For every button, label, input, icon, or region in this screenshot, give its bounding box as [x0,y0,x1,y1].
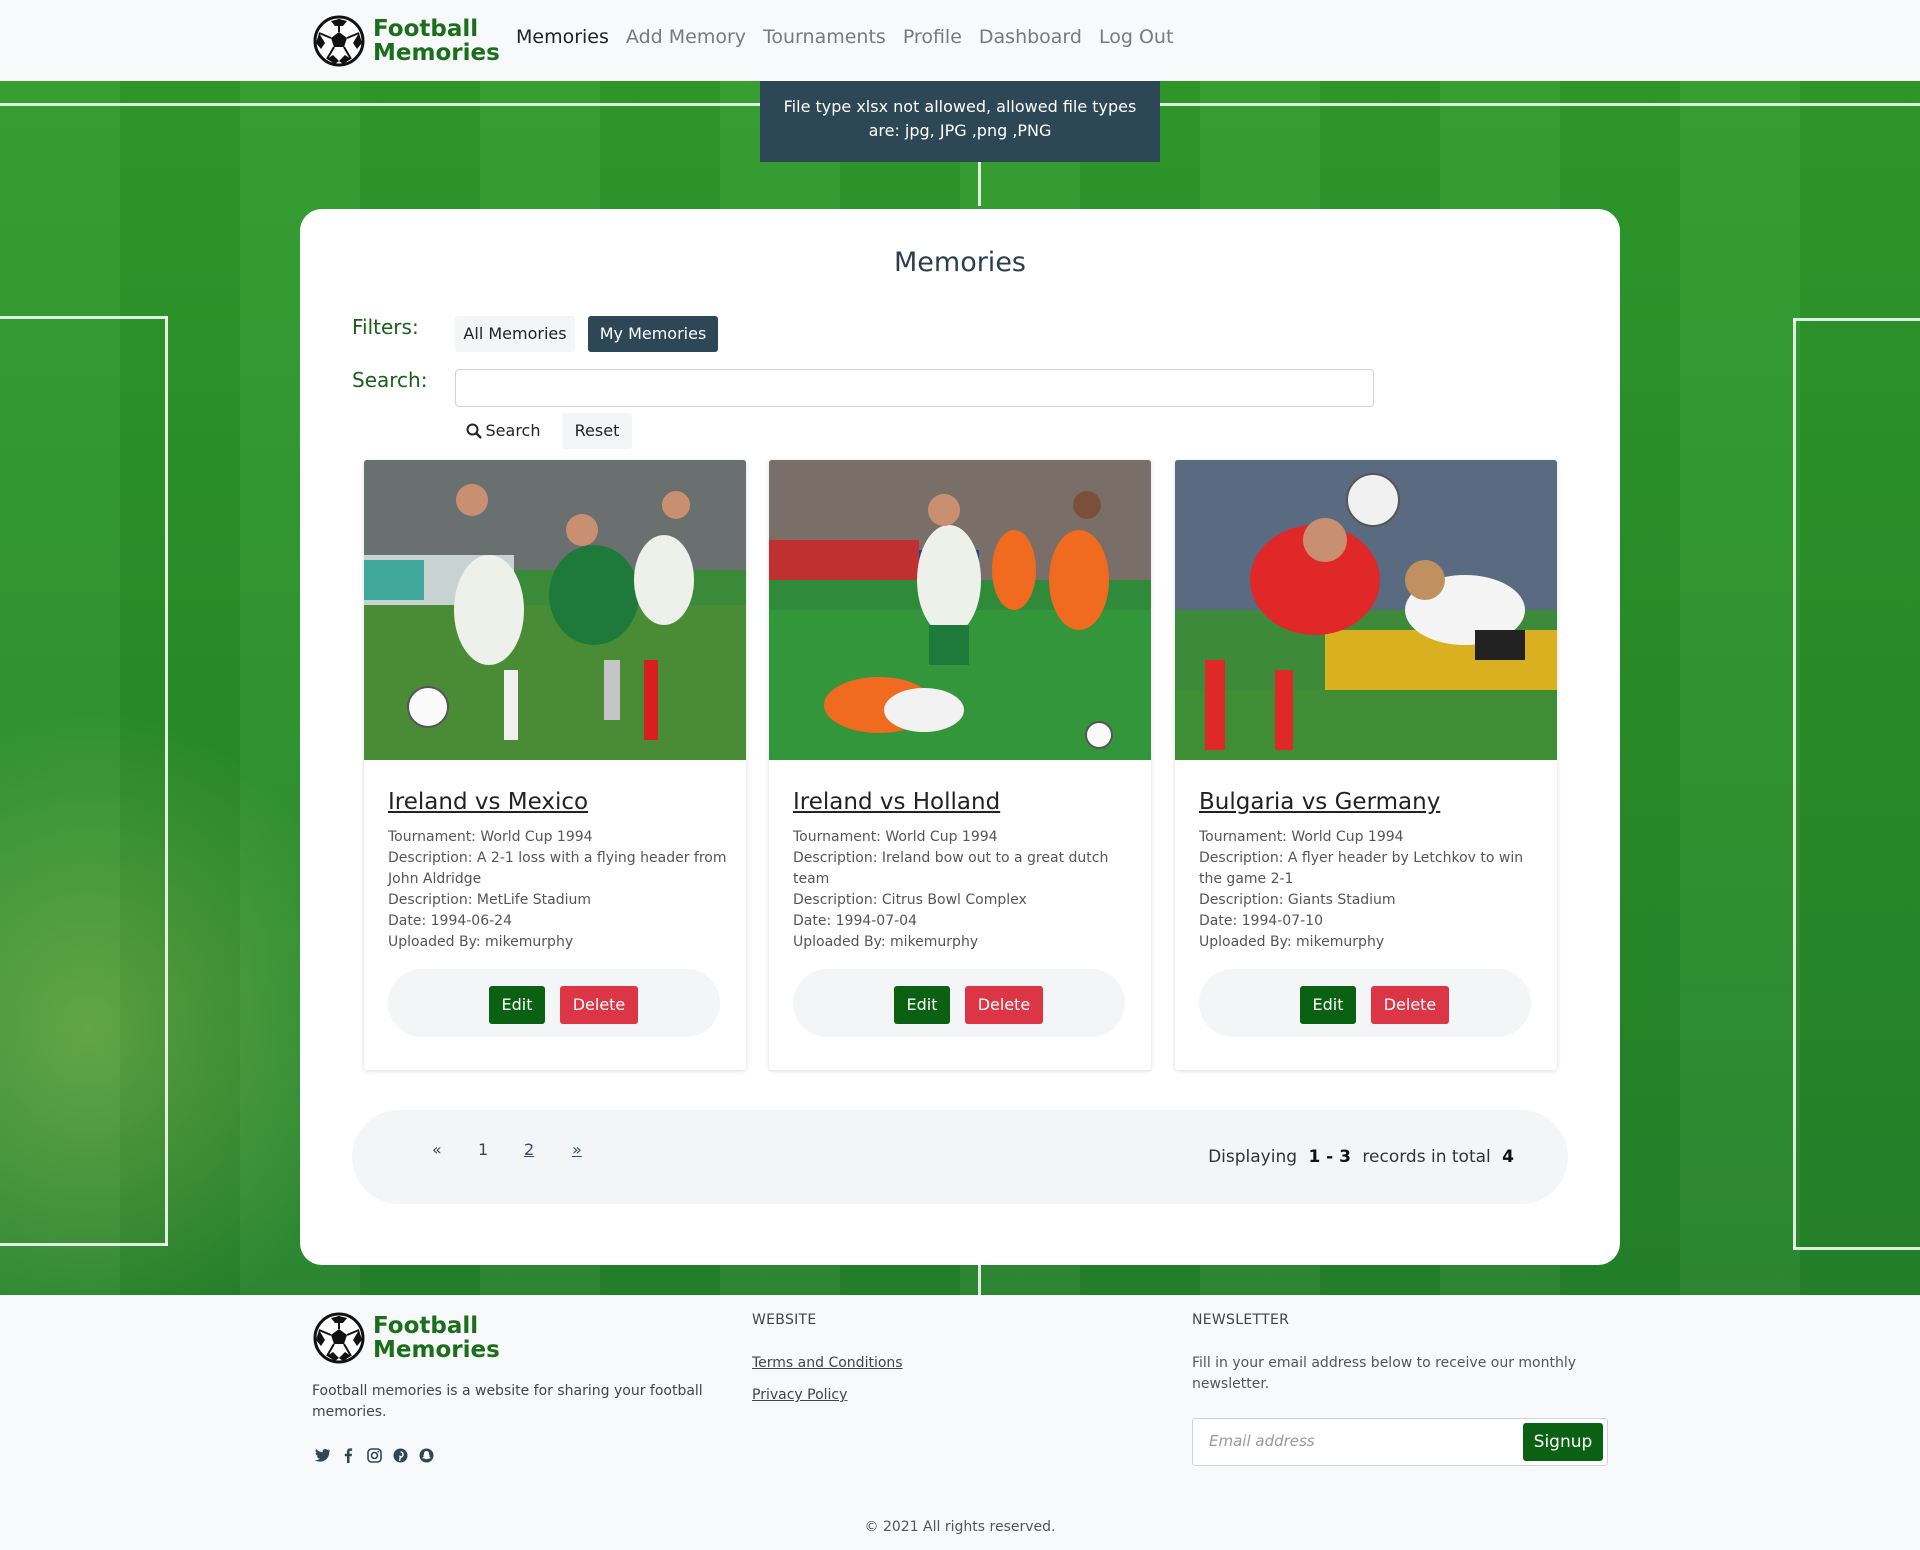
total-label: records in total [1362,1147,1491,1167]
memory-photo[interactable] [364,460,746,760]
footer-brand-line-2: Memories [373,1337,500,1363]
memory-venue: Description: Citrus Bowl Complex [793,892,1027,908]
all-memories-button[interactable]: All Memories [455,316,575,352]
memory-actions: Edit Delete [793,969,1125,1037]
displaying-label: Displaying [1208,1147,1298,1167]
search-button[interactable]: Search [455,413,551,449]
page-1: 1 [478,1140,489,1159]
nav-links: Memories Add Memory Tournaments Profile … [516,26,1190,48]
newsletter-form: Email address Signup [1192,1418,1608,1466]
nav-tournaments[interactable]: Tournaments [763,26,886,48]
signup-button[interactable]: Signup [1523,1423,1603,1461]
memory-card: Bulgaria vs Germany Tournament: World Cu… [1175,460,1557,1070]
edit-button[interactable]: Edit [1300,986,1356,1024]
memory-card: Ireland vs Mexico Tournament: World Cup … [364,460,746,1070]
brand-line-2: Memories [373,40,500,66]
memory-tournament: Tournament: World Cup 1994 [388,829,593,845]
footer: Football Memories Football memories is a… [0,1295,1920,1550]
prev-page-link[interactable]: « [432,1140,442,1159]
copyright: © 2021 All rights reserved. [864,1519,1056,1535]
nav-profile[interactable]: Profile [903,26,962,48]
nav-log-out[interactable]: Log Out [1099,26,1173,48]
records-total: 4 [1502,1147,1514,1167]
memory-venue: Description: Giants Stadium [1199,892,1396,908]
memory-uploader: Uploaded By: mikemurphy [388,934,574,950]
memory-uploader: Uploaded By: mikemurphy [1199,934,1385,950]
delete-button[interactable]: Delete [560,986,638,1024]
search-icon [466,423,482,439]
memory-photo[interactable] [1175,460,1557,760]
twitter-icon[interactable] [312,1448,332,1466]
memory-description: Description: A 2-1 loss with a flying he… [388,850,727,887]
nav-memories[interactable]: Memories [516,26,609,48]
records-range: 1 - 3 [1308,1147,1351,1167]
newsletter-text: Fill in your email address below to rece… [1192,1355,1577,1392]
memory-description: Description: Ireland bow out to a great … [793,850,1109,887]
memory-uploader: Uploaded By: mikemurphy [793,934,979,950]
football-icon [313,1312,365,1364]
snapchat-icon[interactable] [416,1448,436,1466]
nav-add-memory[interactable]: Add Memory [626,26,746,48]
nav-dashboard[interactable]: Dashboard [979,26,1082,48]
filters-label: Filters: [352,315,419,339]
edit-button[interactable]: Edit [489,986,545,1024]
error-alert: File type xlsx not allowed, allowed file… [760,81,1160,162]
social-links [312,1448,442,1466]
pitch-line [1793,318,1796,1250]
brand-name: Football Memories [373,17,500,65]
pitch-line [0,316,168,319]
footer-brand-name: Football Memories [373,1314,500,1362]
my-memories-button[interactable]: My Memories [588,316,718,352]
memory-title-link[interactable]: Bulgaria vs Germany [1199,789,1440,815]
terms-link[interactable]: Terms and Conditions [752,1355,903,1371]
footer-brand-logo[interactable]: Football Memories [313,1312,500,1364]
memory-date: Date: 1994-07-04 [793,913,917,929]
memory-actions: Edit Delete [1199,969,1531,1037]
website-heading: WEBSITE [752,1312,817,1328]
search-label: Search: [352,368,428,392]
delete-button[interactable]: Delete [1371,986,1449,1024]
pitch-line [1793,1247,1920,1250]
pagination-bar: « 1 2 » Displaying 1 - 3 records in tota… [352,1110,1568,1204]
memory-title-link[interactable]: Ireland vs Mexico [388,789,588,815]
edit-button[interactable]: Edit [894,986,950,1024]
facebook-icon[interactable] [338,1448,358,1466]
pitch-line [165,316,168,1246]
memory-description: Description: A flyer header by Letchkov … [1199,850,1524,887]
navbar: Football Memories Memories Add Memory To… [0,0,1920,81]
pitch-line [1793,318,1920,321]
page-title: Memories [893,247,1026,278]
memory-photo[interactable] [769,460,1151,760]
page-2-link[interactable]: 2 [524,1140,534,1159]
pitch-line [0,1243,168,1246]
records-summary: Displaying 1 - 3 records in total 4 [1208,1147,1520,1167]
footer-description: Football memories is a website for shari… [312,1383,703,1420]
next-page-link[interactable]: » [572,1140,582,1159]
pitch-line [978,1261,981,1295]
search-input[interactable] [455,369,1374,407]
memory-tournament: Tournament: World Cup 1994 [793,829,998,845]
brand-logo[interactable]: Football Memories [313,15,500,67]
memory-date: Date: 1994-06-24 [388,913,512,929]
memory-actions: Edit Delete [388,969,720,1037]
search-button-label: Search [485,421,541,440]
memory-card: Ireland vs Holland Tournament: World Cup… [769,460,1151,1070]
brand-line-1: Football [373,16,479,42]
memory-date: Date: 1994-07-10 [1199,913,1323,929]
email-field[interactable]: Email address [1209,1432,1315,1450]
memory-tournament: Tournament: World Cup 1994 [1199,829,1404,845]
memory-title-link[interactable]: Ireland vs Holland [793,789,1000,815]
pinterest-icon[interactable] [390,1448,410,1466]
instagram-icon[interactable] [364,1448,384,1466]
footer-brand-line-1: Football [373,1313,479,1339]
newsletter-heading: NEWSLETTER [1192,1312,1290,1328]
memories-panel: Memories Filters: All Memories My Memori… [300,209,1620,1265]
reset-button[interactable]: Reset [562,413,632,449]
memory-venue: Description: MetLife Stadium [388,892,592,908]
football-icon [313,15,365,67]
privacy-link[interactable]: Privacy Policy [752,1387,847,1403]
delete-button[interactable]: Delete [965,986,1043,1024]
